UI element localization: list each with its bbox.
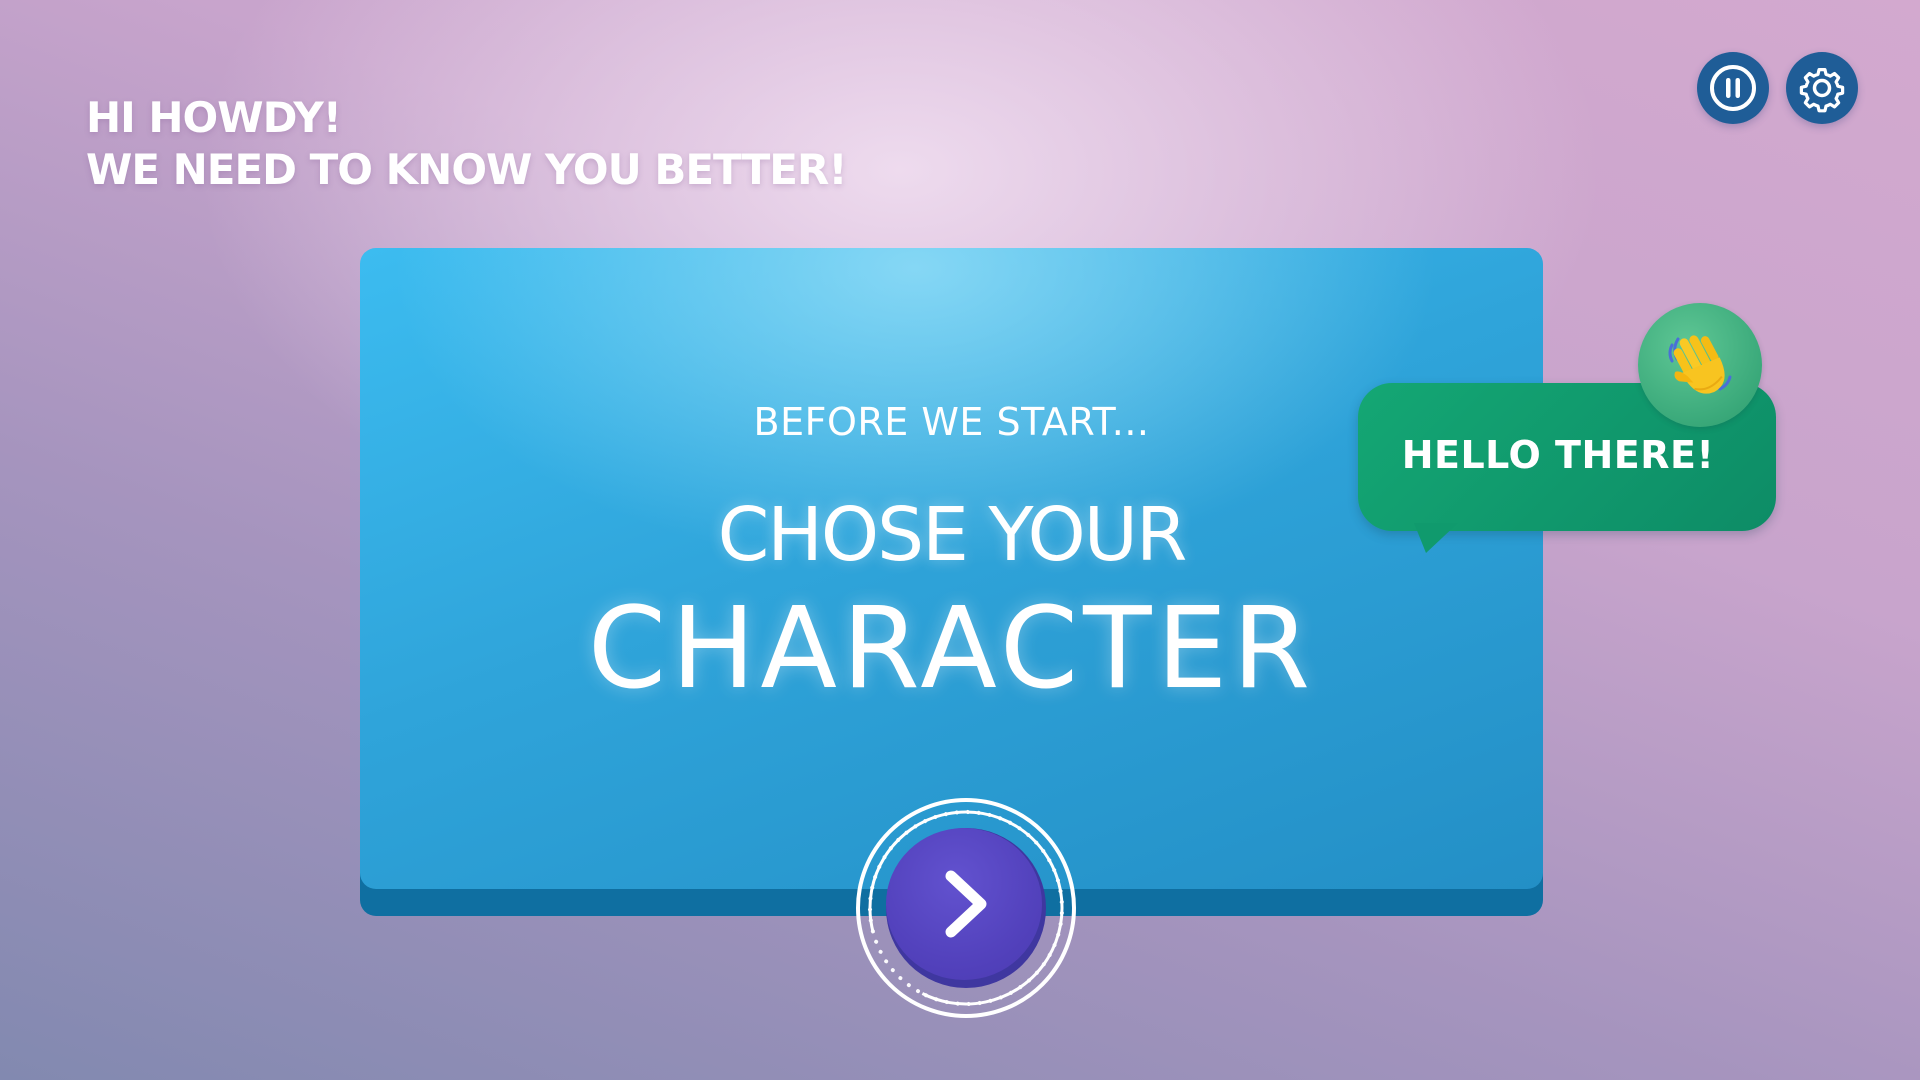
speech-bubble-tail — [1414, 523, 1458, 553]
card-panel: BEFORE WE START... CHOSE YOUR CHARACTER — [360, 248, 1543, 889]
greeting-text: HI HOWDY! WE NEED TO KNOW YOU BETTER! — [86, 92, 847, 196]
settings-button[interactable] — [1786, 52, 1858, 124]
pause-icon — [1710, 65, 1756, 111]
pause-button[interactable] — [1697, 52, 1769, 124]
next-button-face — [886, 828, 1042, 980]
next-button[interactable] — [886, 828, 1046, 988]
greeting-line-2: WE NEED TO KNOW YOU BETTER! — [86, 145, 847, 194]
next-button-area — [854, 796, 1078, 1020]
greeting-line-1: HI HOWDY! — [86, 93, 342, 142]
gear-icon — [1799, 67, 1845, 113]
chevron-right-icon — [945, 870, 987, 938]
card-title-line-2: CHARACTER — [587, 584, 1316, 714]
top-controls — [1697, 52, 1858, 124]
wave-badge — [1638, 303, 1762, 427]
waving-hand-icon — [1668, 335, 1732, 394]
speech-bubble-text: HELLO THERE! — [1401, 433, 1715, 477]
